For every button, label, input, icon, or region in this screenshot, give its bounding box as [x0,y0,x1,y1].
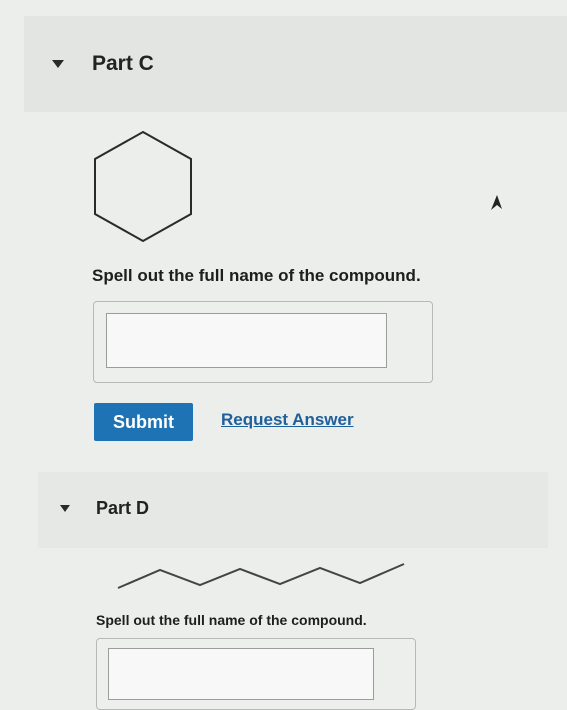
request-answer-link[interactable]: Request Answer [221,410,354,430]
part-c-answer-input[interactable] [106,313,387,368]
mouse-pointer-icon [491,195,502,210]
part-d-prompt: Spell out the full name of the compound. [96,612,367,628]
skeletal-chain-icon [117,563,405,589]
submit-button[interactable]: Submit [94,403,193,441]
part-d-header[interactable]: Part D [38,472,548,548]
caret-down-icon[interactable] [52,60,64,68]
part-d-answer-input[interactable] [108,648,374,700]
part-c-title: Part C [92,52,154,75]
cyclohexane-icon [94,130,192,243]
part-c-header[interactable]: Part C [24,16,567,112]
caret-down-icon[interactable] [60,505,70,512]
part-c-prompt: Spell out the full name of the compound. [92,266,421,285]
part-d-title: Part D [96,498,150,518]
